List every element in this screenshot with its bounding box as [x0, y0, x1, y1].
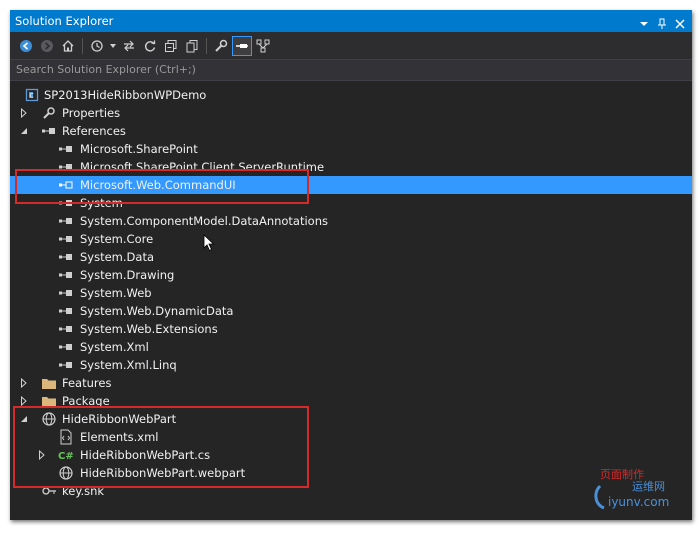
wrench-icon: [41, 105, 57, 121]
reference-icon: [58, 285, 74, 301]
tree-item-features[interactable]: Features: [10, 374, 692, 392]
collapse-arrow-icon[interactable]: [19, 122, 29, 140]
tree-item-label: System.Web: [80, 286, 152, 300]
expand-arrow-icon[interactable]: [19, 374, 29, 392]
view-icon[interactable]: [253, 36, 273, 56]
reference-icon: [58, 339, 74, 355]
solution-explorer-window: Solution Explorer Search Solution Explor…: [10, 10, 692, 520]
pin-icon[interactable]: [232, 35, 252, 56]
window-dropdown-icon[interactable]: [638, 15, 650, 27]
toolbar: [10, 32, 692, 59]
watermark-logo: 页面制作 运维网 iyunv.com: [590, 466, 686, 512]
references-icon: [41, 123, 57, 139]
tree-item-reference[interactable]: Microsoft.SharePoint: [10, 140, 692, 158]
tree-item-reference[interactable]: System.Core: [10, 230, 692, 248]
back-icon[interactable]: [16, 36, 36, 56]
reference-icon: [58, 321, 74, 337]
tree-item-label: Features: [62, 376, 112, 390]
tree-item-label: System.Web.Extensions: [80, 322, 218, 336]
tree-item-label: System.Data: [80, 250, 154, 264]
project-icon: C: [24, 87, 40, 103]
tree-item-label: Microsoft.SharePoint: [80, 142, 198, 156]
properties-icon[interactable]: [211, 36, 231, 56]
copy-icon[interactable]: [182, 36, 202, 56]
tree-item-label: System.Xml.Linq: [80, 358, 177, 372]
sync-icon[interactable]: [119, 36, 139, 56]
svg-text:C: C: [30, 93, 34, 100]
search-input[interactable]: Search Solution Explorer (Ctrl+;): [10, 59, 692, 81]
home-icon[interactable]: [58, 36, 78, 56]
expand-arrow-icon[interactable]: [19, 104, 29, 122]
watermark-text-2: 运维网: [632, 480, 665, 493]
tree-item-reference[interactable]: System.Xml.Linq: [10, 356, 692, 374]
reference-icon: [58, 357, 74, 373]
tree-item-label: System.Drawing: [80, 268, 175, 282]
search-placeholder: Search Solution Explorer (Ctrl+;): [16, 63, 196, 76]
tree-item-label: Properties: [62, 106, 121, 120]
toolbar-separator: [206, 37, 207, 54]
reference-icon: [58, 231, 74, 247]
title-bar: Solution Explorer: [10, 10, 692, 32]
tree-item-project[interactable]: C SP2013HideRibbonWPDemo: [10, 86, 692, 104]
tree-item-reference[interactable]: System.Drawing: [10, 266, 692, 284]
tree-item-references[interactable]: References: [10, 122, 692, 140]
tree-item-label: References: [62, 124, 126, 138]
dropdown-icon[interactable]: [108, 36, 118, 56]
tree-item-label: System.ComponentModel.DataAnnotations: [80, 214, 329, 228]
tree-item-reference[interactable]: System.Web.Extensions: [10, 320, 692, 338]
folder-icon: [41, 375, 57, 391]
tree-item-reference[interactable]: System.ComponentModel.DataAnnotations: [10, 212, 692, 230]
tree-item-label: System.Xml: [80, 340, 149, 354]
window-title: Solution Explorer: [15, 14, 114, 28]
tree-item-reference[interactable]: System.Xml: [10, 338, 692, 356]
forward-icon[interactable]: [37, 36, 57, 56]
collapse-all-icon[interactable]: [161, 36, 181, 56]
tree-item-label: System.Core: [80, 232, 154, 246]
mouse-cursor-icon: [203, 234, 215, 256]
close-window-icon[interactable]: [674, 15, 686, 29]
highlight-box-webpart: [13, 406, 309, 488]
tree-item-reference[interactable]: System.Web: [10, 284, 692, 302]
tree-item-properties[interactable]: Properties: [10, 104, 692, 122]
tree-item-reference[interactable]: System.Data: [10, 248, 692, 266]
reference-icon: [58, 303, 74, 319]
watermark-text-3: iyunv.com: [608, 495, 669, 509]
toolbar-separator: [82, 37, 83, 54]
pin-window-icon[interactable]: [656, 15, 668, 29]
tree-item-label: System.Web.DynamicData: [80, 304, 234, 318]
reference-icon: [58, 213, 74, 229]
highlight-box-commandui: [15, 169, 309, 204]
history-icon[interactable]: [87, 36, 107, 56]
refresh-icon[interactable]: [140, 36, 160, 56]
reference-icon: [58, 267, 74, 283]
reference-icon: [58, 249, 74, 265]
reference-icon: [58, 141, 74, 157]
tree-item-label: SP2013HideRibbonWPDemo: [44, 88, 207, 102]
tree-item-reference[interactable]: System.Web.DynamicData: [10, 302, 692, 320]
